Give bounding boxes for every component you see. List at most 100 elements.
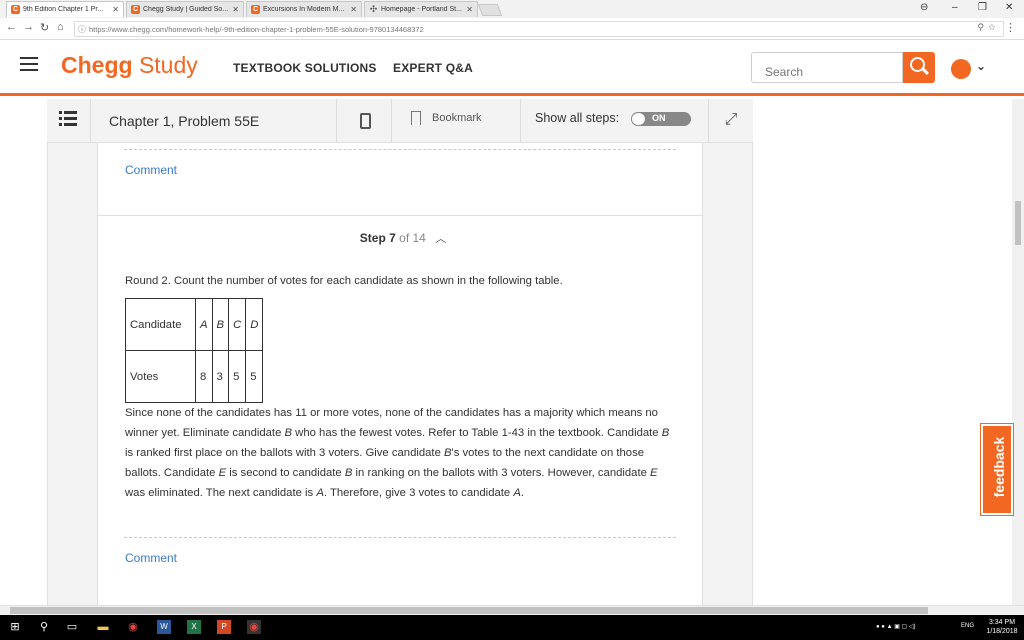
vertical-scrollbar[interactable] [1012,99,1024,605]
table-cell: 5 [245,350,264,403]
table-cell: Votes [125,350,196,403]
info-icon: ⓘ [78,25,86,34]
text-run: . Therefore, give 3 votes to candidate [323,487,514,499]
toggle-state: ON [652,113,666,123]
minimize-icon[interactable]: – [952,2,958,13]
table-cell: 5 [228,350,247,403]
reload-icon[interactable]: ↻ [40,21,49,34]
show-steps-toggle[interactable]: ON [631,112,691,126]
word-icon[interactable]: W [157,620,171,634]
table-cell: A [195,298,213,351]
horizontal-scrollbar[interactable] [0,605,1024,615]
comment-link[interactable]: Comment [125,551,177,565]
step-intro: Round 2. Count the number of votes for e… [125,275,563,287]
new-tab-button[interactable] [477,4,503,16]
close-icon[interactable]: ✕ [466,5,473,14]
step-header[interactable]: Step 7 of 14 ︿ [0,230,806,246]
bookmark-button[interactable]: Bookmark [392,99,521,143]
clock-date: 1/18/2018 [986,628,1018,635]
feedback-button[interactable]: feedback [980,423,1014,516]
tab-label: Homepage - Portland St... [381,6,462,13]
browser-tab-portland[interactable]: ✣ Homepage - Portland St... ✕ [364,1,478,17]
back-icon[interactable]: ← [6,21,17,33]
zoom-star-icons[interactable]: ⚲☆ [977,22,1000,33]
taskbar-clock[interactable]: 3:34 PM 1/18/2018 [982,618,1022,636]
solution-toolbar: Chapter 1, Problem 55E Bookmark Show all… [47,99,753,143]
forward-icon[interactable]: → [23,21,34,33]
mobile-view-button[interactable] [337,99,392,143]
home-icon[interactable]: ⌂ [57,21,64,33]
chrome-active-icon[interactable]: ◉ [247,620,261,634]
window-close-icon[interactable]: ✕ [1005,2,1013,13]
browser-tab-chegg-study[interactable]: C Chegg Study | Guided So... ✕ [126,1,244,17]
candidate-letter: B [661,427,670,439]
close-icon[interactable]: ✕ [112,5,119,14]
scroll-thumb[interactable] [1015,201,1021,245]
chapter-title: Chapter 1, Problem 55E [109,113,260,129]
browser-tab-excursions[interactable]: C Excursions In Modern M... ✕ [246,1,362,17]
site-header: Chegg Study TEXTBOOK SOLUTIONS EXPERT Q&… [0,40,1024,96]
step-of: of 14 [399,231,426,245]
windows-start-icon[interactable]: ⊞ [8,620,22,634]
step-label: Step 7 [359,231,396,245]
table-row: Votes 8 3 5 5 [125,350,264,403]
scroll-thumb[interactable] [10,607,928,614]
divider [124,537,676,538]
search-icon[interactable]: ⚲ [37,620,51,634]
candidate-letter: E [218,467,227,479]
text-run: was eliminated. The next candidate is [125,487,317,499]
table-cell: 3 [211,350,230,403]
toc-button[interactable] [47,99,91,143]
candidate-letter: A [513,487,521,499]
tab-label: Chegg Study | Guided So... [143,6,229,13]
chrome-icon[interactable]: ◉ [126,620,140,634]
main-content: Chapter 1, Problem 55E Bookmark Show all… [0,99,1012,605]
fullscreen-button[interactable]: ⤢ [709,99,753,143]
text-run: . [520,487,525,499]
votes-table: Candidate A B C D Votes 8 3 5 5 [125,298,264,403]
chevron-down-icon[interactable]: ⌄ [976,59,986,73]
text-run: is second to candidate [226,467,345,479]
bookmark-label: Bookmark [432,112,482,124]
windows-taskbar: ⊞ ⚲ ▭ ▬ ◉ W X P ◉ ● ● ▲ ▣ ▢ ◁) ENG 3:34 … [0,615,1024,640]
candidate-letter: A [316,487,324,499]
browser-tab-chapter[interactable]: C 9th Edition Chapter 1 Pr... ✕ [6,1,124,17]
excel-icon[interactable]: X [187,620,201,634]
browser-menu-icon[interactable]: ⋮ [1005,21,1016,34]
url-input[interactable]: ⓘ https://www.chegg.com/homework-help/-9… [74,21,1004,37]
list-icon [59,111,77,127]
divider [97,215,703,216]
chegg-favicon-icon: C [11,5,20,14]
powerpoint-icon[interactable]: P [217,620,231,634]
search-button[interactable] [903,52,935,83]
step-explanation: Since none of the candidates has 11 or m… [125,403,677,503]
nav-expert-qa[interactable]: EXPERT Q&A [393,61,473,75]
close-icon[interactable]: ✕ [232,5,239,14]
chevron-up-icon[interactable]: ︿ [435,233,446,245]
language-indicator[interactable]: ENG [961,623,974,629]
task-view-icon[interactable]: ▭ [65,620,79,634]
profile-icon[interactable]: ⊖ [920,2,928,13]
hamburger-menu-icon[interactable] [20,57,38,71]
globe-icon: ✣ [369,4,378,14]
comment-link[interactable]: Comment [125,163,177,177]
show-steps-label: Show all steps: [535,111,620,125]
file-explorer-icon[interactable]: ▬ [96,620,110,634]
restore-icon[interactable]: ❐ [978,2,987,13]
chegg-favicon-icon: C [251,5,260,14]
nav-textbook-solutions[interactable]: TEXTBOOK SOLUTIONS [233,61,377,75]
search-input[interactable] [751,52,903,83]
tray-icons[interactable]: ● ● ▲ ▣ ▢ ◁) [876,623,915,630]
close-icon[interactable]: ✕ [350,5,357,14]
table-cell: Candidate [125,298,196,351]
chegg-study-logo[interactable]: Chegg Study [61,52,198,79]
text-run: is ranked first place on the ballots wit… [125,447,444,459]
table-cell: C [228,298,247,351]
feedback-label: feedback [991,436,1007,498]
tab-label: Excursions In Modern M... [263,6,345,13]
table-row: Candidate A B C D [125,298,264,351]
candidate-letter: B [444,447,452,459]
avatar[interactable] [951,59,971,79]
table-cell: D [245,298,264,351]
expand-icon: ⤢ [724,111,738,128]
